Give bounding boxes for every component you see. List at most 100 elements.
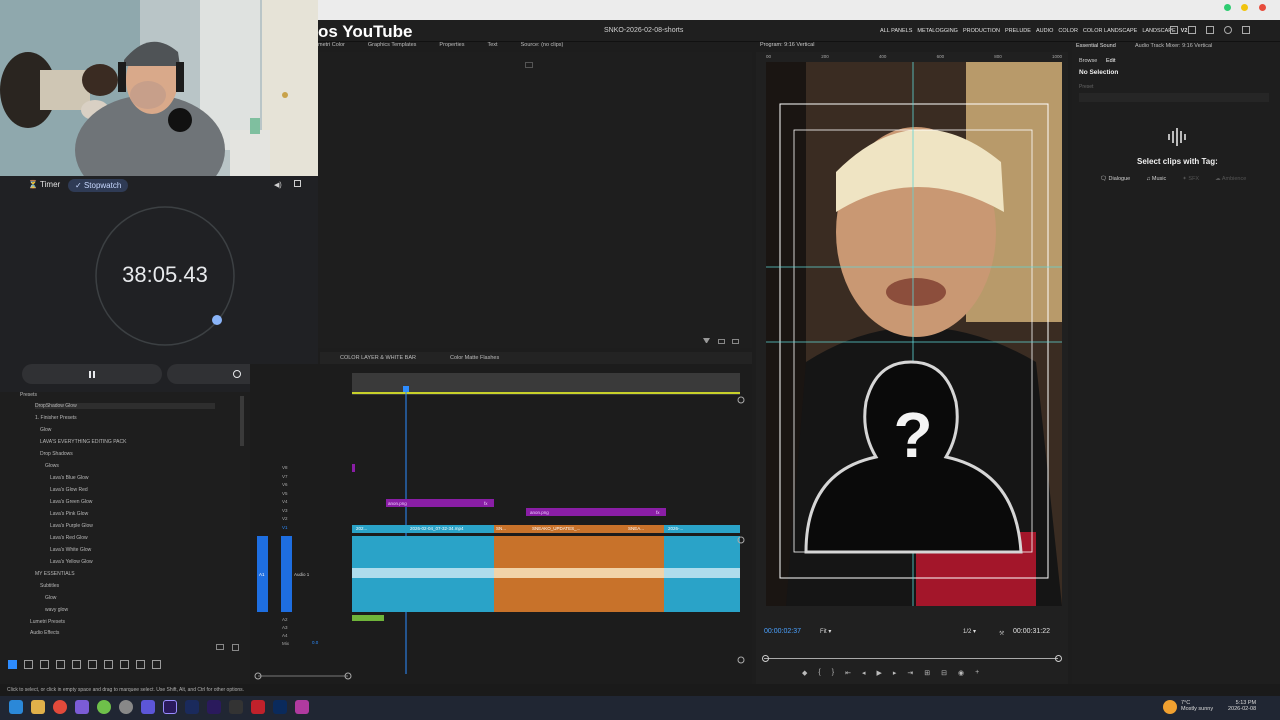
filter-icon[interactable] [703,338,710,344]
app-icon-green[interactable] [97,700,111,714]
media-encoder-icon[interactable] [185,700,199,714]
tree-item[interactable]: Lumetri Presets [30,619,65,625]
scrubber-end-handle[interactable] [1055,655,1062,662]
program-current-time[interactable]: 00:00:02:37 [764,628,801,635]
tab-color-layer[interactable]: COLOR LAYER & WHITE BAR [340,355,416,361]
workspace-tab[interactable]: PRELUDE [1005,28,1031,34]
razor-icon[interactable] [56,660,65,669]
maximize-dot[interactable] [1223,4,1231,11]
tag-dialogue[interactable]: 🗨 Dialogue [1100,176,1130,182]
tree-item[interactable]: Glow [45,595,56,601]
premiere-icon[interactable] [163,700,177,714]
scrubber-start-handle[interactable] [762,655,769,662]
track-label[interactable]: V1 [282,524,288,533]
track-label[interactable]: V7 [282,473,288,482]
clip-v1[interactable]: SNEAKO_UPDATES_... [532,526,580,531]
track-a1-label[interactable]: A1 [259,572,265,577]
tab-graphics-templates[interactable]: Graphics Templates [368,42,417,52]
play-icon[interactable]: ▶ [876,669,881,677]
tab-lumetri-color[interactable]: metri Color [318,42,345,52]
minimize-dot[interactable] [1241,4,1249,11]
track-label[interactable]: V2 [282,515,288,524]
workspace-tab[interactable]: COLOR [1058,28,1078,34]
track-label[interactable]: V8 [282,464,288,473]
marker-icon[interactable]: ◆ [802,669,807,677]
pen-icon[interactable] [88,660,97,669]
track-label[interactable]: Mix [282,640,289,648]
taskbar-clock[interactable]: 5:13 PM 2026-02-08 [1228,700,1256,712]
clip-v1[interactable]: 202... [356,526,367,531]
frame-icon[interactable] [152,660,161,669]
export-icon[interactable] [1188,26,1196,34]
workspace-tab[interactable]: METALOGGING [917,28,958,34]
step-forward-icon[interactable]: ▸ [893,669,897,677]
vpn-icon[interactable] [141,700,155,714]
tree-item[interactable]: Lava's Yellow Glow [50,559,93,565]
clip-v1[interactable]: 2026-... [668,526,683,531]
expand-icon[interactable] [1242,26,1250,34]
tree-item[interactable]: Lava's Pink Glow [50,511,88,517]
tab-stopwatch[interactable]: ✓ Stopwatch [68,179,129,192]
after-effects-icon[interactable] [207,700,221,714]
workspace-tab[interactable]: AUDIO [1036,28,1053,34]
workspace-tab[interactable]: PRODUCTION [963,28,1000,34]
tree-item[interactable]: Lava's White Glow [50,547,91,553]
tag-music[interactable]: ♫ Music [1146,176,1166,182]
tree-item[interactable]: Lava's Glow Red [50,487,88,493]
tab-color-matte[interactable]: Color Matte Flashes [450,355,499,361]
preset-dropdown[interactable] [1079,93,1269,102]
tree-item[interactable]: 1. Finisher Presets [35,415,77,421]
obs-icon[interactable] [119,700,133,714]
track-select-icon[interactable] [24,660,33,669]
mix-value[interactable]: 0.0 [312,640,318,645]
new-item-icon[interactable] [718,339,725,344]
track-label[interactable]: A2 [282,616,289,624]
menu-icon[interactable] [1206,26,1214,34]
tree-item[interactable]: Drop Shadows [40,451,73,457]
discord-icon[interactable] [75,700,89,714]
speaker-icon[interactable]: ◀) [274,181,282,189]
tab-essential-sound[interactable]: Essential Sound [1076,43,1116,49]
track-label[interactable]: V5 [282,490,288,499]
resolution-dropdown[interactable]: 1/2 ▾ [963,628,976,635]
tree-item[interactable]: LAVA'S EVERYTHING EDITING PACK [40,439,126,445]
tree-item[interactable]: Presets [20,392,37,398]
app-icon-red[interactable] [251,700,265,714]
chrome-icon[interactable] [53,700,67,714]
step-back-icon[interactable]: ◂ [862,669,866,677]
lift-icon[interactable]: ⊞ [924,669,930,677]
tree-item[interactable]: wavy glow [45,607,68,613]
slip-icon[interactable] [72,660,81,669]
clip-anon[interactable]: anon.png [388,501,407,506]
type-icon[interactable] [136,660,145,669]
program-title[interactable]: Program: 9:16 Vertical [760,42,814,48]
tab-edit[interactable]: Edit [1106,58,1115,64]
clip-v1[interactable]: 2026-02-04_07-32-34.mp4 [410,526,464,531]
tree-item[interactable]: Lava's Blue Glow [50,475,88,481]
ripple-edit-icon[interactable] [40,660,49,669]
tree-item[interactable]: Audio Effects [30,630,59,636]
photoshop-icon[interactable] [273,700,287,714]
file-explorer-icon[interactable] [31,700,45,714]
button-editor-icon[interactable]: + [975,669,979,677]
tab-timer[interactable]: ⏳ Timer [28,180,60,189]
tag-ambience[interactable]: ☁ Ambience [1215,176,1246,182]
tree-item[interactable]: MY ESSENTIALS [35,571,75,577]
extract-icon[interactable]: ⊟ [941,669,947,677]
hand-icon[interactable] [120,660,129,669]
app-icon-pink[interactable] [295,700,309,714]
workspace-tab[interactable]: ALL PANELS [880,28,912,34]
tree-item[interactable]: DropShadow Glow [35,403,215,409]
layout-icon[interactable] [1170,26,1178,34]
tree-item[interactable]: Lava's Red Glow [50,535,88,541]
clip-anon[interactable]: anon.png [530,510,549,515]
rectangle-icon[interactable] [104,660,113,669]
tree-item[interactable]: Subtitles [40,583,59,589]
selection-tool-icon[interactable] [8,660,17,669]
fit-dropdown[interactable]: Fit ▾ [820,628,831,635]
in-point-icon[interactable]: { [818,669,820,677]
scrollbar[interactable] [240,396,244,446]
new-bin-icon[interactable] [216,644,224,650]
track-label[interactable]: V6 [282,481,288,490]
go-to-in-icon[interactable]: ⇤ [845,669,851,677]
